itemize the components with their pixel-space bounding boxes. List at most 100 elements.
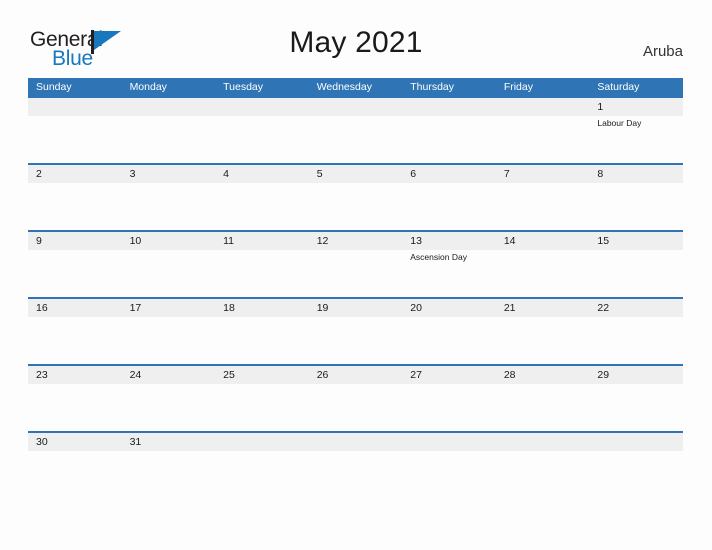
day-number: 21 [503, 302, 516, 314]
day-number: 9 [36, 235, 42, 247]
calendar-grid: Sunday Monday Tuesday Wednesday Thursday… [28, 78, 683, 498]
calendar-day-cell[interactable]: 22 [589, 299, 683, 364]
calendar-day-cell[interactable] [309, 433, 403, 498]
calendar-day-cell[interactable]: 19 [309, 299, 403, 364]
calendar-day-cell[interactable]: 16 [28, 299, 122, 364]
calendar-day-cell[interactable]: 18 [215, 299, 309, 364]
day-number: 18 [223, 302, 235, 314]
day-number: 8 [597, 168, 604, 180]
day-number: 19 [316, 302, 329, 314]
day-number: 5 [316, 168, 323, 180]
calendar-day-cell[interactable]: 25 [215, 366, 309, 431]
day-number: 28 [503, 369, 516, 381]
day-number [223, 435, 309, 449]
country-label: Aruba [642, 43, 683, 60]
day-number: 11 [223, 235, 235, 247]
day-number: 12 [316, 235, 329, 247]
calendar-day-cell[interactable]: 27 [402, 366, 496, 431]
calendar-day-cell[interactable]: 4 [215, 165, 309, 230]
day-number: 3 [129, 168, 136, 180]
calendar-day-cell[interactable] [402, 433, 496, 498]
day-number: 13 [410, 235, 422, 247]
day-number: 14 [503, 235, 516, 247]
calendar-day-cell[interactable] [215, 433, 309, 498]
calendar-day-cell[interactable]: 2 [28, 165, 122, 230]
day-number [504, 435, 590, 449]
day-number: 1 [597, 101, 604, 113]
day-number [36, 100, 122, 114]
calendar-day-cell[interactable]: 12 [309, 232, 403, 297]
calendar-day-cell[interactable]: 6 [402, 165, 496, 230]
page-title: May 2021 [289, 26, 423, 59]
calendar-week-row: 30 31 [28, 431, 683, 498]
calendar-day-cell[interactable]: 15 [589, 232, 683, 297]
calendar-day-cell[interactable]: 10 [122, 232, 216, 297]
calendar-week-row: 2 3 4 5 6 7 8 [28, 163, 683, 230]
day-number: 26 [316, 369, 329, 381]
calendar-day-cell[interactable] [496, 433, 590, 498]
calendar-day-cell[interactable]: 26 [309, 366, 403, 431]
calendar-day-cell[interactable]: 5 [309, 165, 403, 230]
calendar-day-cell[interactable]: 7 [496, 165, 590, 230]
calendar-day-cell[interactable]: 31 [122, 433, 216, 498]
day-number: 20 [410, 302, 422, 314]
day-event-label: Labour Day [597, 118, 642, 128]
day-number: 22 [597, 302, 610, 314]
day-number: 30 [36, 436, 48, 448]
weekday-header-row: Sunday Monday Tuesday Wednesday Thursday… [28, 78, 683, 96]
calendar-day-cell[interactable] [589, 433, 683, 498]
calendar-day-cell[interactable] [122, 98, 216, 163]
calendar-day-cell[interactable]: 24 [122, 366, 216, 431]
calendar-day-cell[interactable]: 1 Labour Day [589, 98, 683, 163]
day-number: 31 [129, 436, 142, 448]
day-number: 23 [36, 369, 48, 381]
day-number [410, 435, 496, 449]
day-number [410, 100, 496, 114]
day-number: 15 [597, 235, 610, 247]
day-number: 10 [129, 235, 142, 247]
calendar-day-cell[interactable]: 9 [28, 232, 122, 297]
day-number: 24 [129, 369, 142, 381]
calendar-day-cell[interactable]: 14 [496, 232, 590, 297]
calendar-day-cell[interactable]: 11 [215, 232, 309, 297]
calendar-day-cell[interactable]: 29 [589, 366, 683, 431]
calendar-day-cell[interactable] [215, 98, 309, 163]
weekday-header-friday: Friday [503, 81, 533, 93]
calendar-day-cell[interactable]: 13 Ascension Day [402, 232, 496, 297]
calendar-week-row: 23 24 25 26 27 28 29 [28, 364, 683, 431]
weekday-header-monday: Monday [129, 81, 167, 93]
calendar-day-cell[interactable]: 21 [496, 299, 590, 364]
day-number: 27 [410, 369, 422, 381]
calendar-day-cell[interactable]: 20 [402, 299, 496, 364]
day-number [223, 100, 309, 114]
calendar-day-cell[interactable]: 28 [496, 366, 590, 431]
day-number [317, 435, 403, 449]
day-number: 25 [223, 369, 235, 381]
calendar-day-cell[interactable] [402, 98, 496, 163]
day-number [317, 100, 403, 114]
weekday-header-saturday: Saturday [597, 81, 640, 93]
weekday-header-tuesday: Tuesday [223, 81, 264, 93]
calendar-day-cell[interactable] [496, 98, 590, 163]
calendar-day-cell[interactable]: 30 [28, 433, 122, 498]
day-number [597, 435, 683, 449]
day-number: 4 [223, 168, 229, 180]
calendar-week-row: 1 Labour Day [28, 96, 683, 163]
day-number: 2 [36, 168, 42, 180]
calendar-day-cell[interactable]: 23 [28, 366, 122, 431]
calendar-day-cell[interactable] [309, 98, 403, 163]
calendar-week-row: 9 10 11 12 13 Ascension Day 14 15 [28, 230, 683, 297]
day-number [504, 100, 590, 114]
day-number: 17 [129, 302, 142, 314]
day-number: 16 [36, 302, 48, 314]
calendar-day-cell[interactable]: 17 [122, 299, 216, 364]
weekday-header-wednesday: Wednesday [316, 81, 372, 93]
day-number: 6 [410, 168, 417, 180]
weekday-header-thursday: Thursday [410, 81, 455, 93]
day-number: 7 [503, 168, 510, 180]
calendar-day-cell[interactable]: 3 [122, 165, 216, 230]
day-number: 29 [597, 369, 610, 381]
calendar-day-cell[interactable] [28, 98, 122, 163]
calendar-day-cell[interactable]: 8 [589, 165, 683, 230]
day-event-label: Ascension Day [410, 252, 467, 262]
